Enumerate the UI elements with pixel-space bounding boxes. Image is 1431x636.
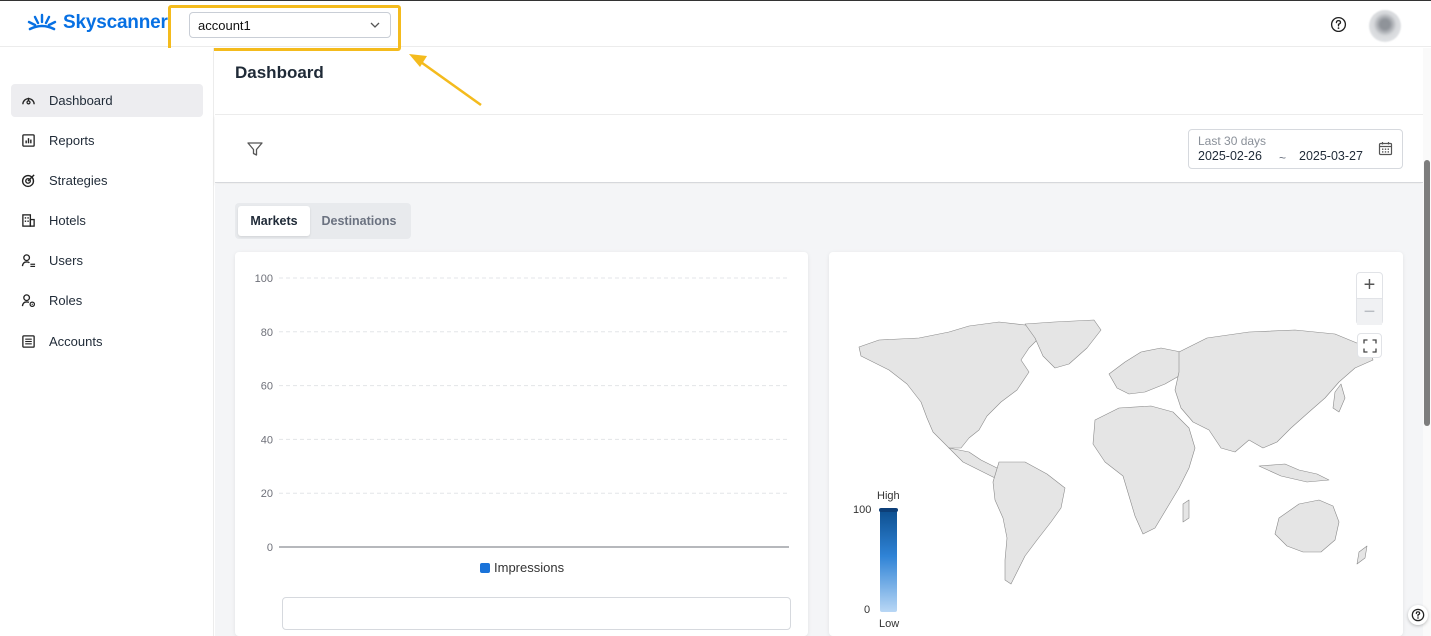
scrollbar-thumb[interactable] (1424, 160, 1430, 426)
sidebar-item-label: Dashboard (49, 93, 113, 108)
floating-help-button[interactable] (1408, 605, 1428, 625)
sidebar-item-label: Users (49, 253, 83, 268)
y-tick-label: 20 (261, 488, 273, 500)
user-list-icon (21, 254, 36, 268)
chart-data-zoom-slider[interactable] (282, 597, 791, 630)
filter-bar: Last 30 days 2025-02-26 ~ 2025-03-27 (215, 115, 1423, 183)
logo-text: Skyscanner (63, 12, 168, 33)
bar-chart-icon (22, 134, 35, 147)
south-america-shape (992, 461, 1066, 585)
date-separator: ~ (1279, 151, 1287, 165)
list-icon (22, 335, 35, 348)
page-title: Dashboard (235, 63, 324, 82)
tab-markets[interactable]: Markets (238, 206, 310, 236)
chevron-down-icon (370, 22, 380, 28)
world-map[interactable] (829, 252, 1403, 636)
impressions-chart-card: 100 80 60 40 20 0 Impressions (235, 252, 808, 636)
world-map-card: + − High 100 0 Low (829, 252, 1403, 636)
building-icon (22, 214, 35, 227)
sidebar-item-users[interactable]: Users (11, 244, 203, 277)
sidebar-item-label: Hotels (49, 213, 86, 228)
sidebar-item-label: Reports (49, 133, 95, 148)
sidebar-item-strategies[interactable]: Strategies (11, 164, 203, 197)
page-header: Dashboard (215, 48, 1423, 115)
sidebar-item-label: Accounts (49, 334, 103, 349)
sidebar-item-dashboard[interactable]: Dashboard (11, 84, 203, 117)
date-end[interactable]: 2025-03-27 (1299, 149, 1363, 163)
legend-label: Impressions (494, 560, 565, 575)
sidebar: Dashboard Reports Strategies Hotels User… (0, 48, 214, 636)
target-icon (21, 174, 35, 188)
user-gear-icon (21, 294, 36, 308)
map-legend-low-label: Low (879, 618, 900, 630)
view-tabs: Markets Destinations (235, 203, 411, 239)
impressions-chart: 100 80 60 40 20 0 (255, 273, 789, 554)
chart-legend[interactable]: Impressions (480, 560, 564, 575)
map-legend-high-label: High (877, 490, 900, 502)
fullscreen-icon (1362, 338, 1377, 353)
central-america-shape (948, 447, 1004, 479)
map-legend-handle[interactable] (879, 508, 898, 512)
japan-shape (1332, 383, 1346, 413)
sidebar-item-label: Roles (49, 293, 83, 308)
sidebar-item-hotels[interactable]: Hotels (11, 204, 203, 237)
indonesia-shape (1258, 463, 1330, 483)
y-tick-label: 60 (261, 381, 273, 393)
calendar-icon (1378, 142, 1393, 156)
sidebar-item-accounts[interactable]: Accounts (11, 325, 203, 358)
legend-swatch (480, 562, 490, 573)
map-zoom-control: + − (1356, 272, 1383, 325)
sunrise-logo-icon (27, 13, 57, 31)
map-legend-max-value: 100 (853, 504, 872, 516)
sidebar-item-reports[interactable]: Reports (11, 124, 203, 157)
zoom-out-button[interactable]: − (1357, 299, 1382, 325)
fullscreen-button[interactable] (1357, 333, 1382, 358)
madagascar-shape (1182, 499, 1190, 523)
help-circle-icon[interactable] (1330, 16, 1347, 33)
map-legend-min-value: 0 (864, 604, 871, 616)
top-header: Skyscanner account1 (0, 0, 1431, 51)
y-tick-label: 100 (255, 273, 273, 285)
page-scrollbar[interactable] (1423, 48, 1431, 636)
filter-icon[interactable] (246, 140, 264, 158)
greenland-shape (1024, 319, 1102, 369)
dashboard-icon (22, 97, 35, 105)
account-selector-value: account1 (198, 17, 251, 33)
new-zealand-shape (1356, 545, 1368, 565)
date-start[interactable]: 2025-02-26 (1198, 149, 1262, 163)
account-selector[interactable]: account1 (189, 12, 391, 38)
user-avatar[interactable] (1369, 10, 1401, 42)
date-range-picker[interactable]: Last 30 days 2025-02-26 ~ 2025-03-27 (1188, 129, 1403, 169)
help-icon (1411, 608, 1425, 622)
y-tick-label: 80 (261, 327, 273, 339)
north-america-shape (858, 321, 1042, 449)
tab-destinations[interactable]: Destinations (313, 206, 405, 236)
y-tick-label: 40 (261, 434, 273, 446)
y-tick-label: 0 (267, 542, 273, 554)
australia-shape (1274, 499, 1340, 553)
skyscanner-logo[interactable]: Skyscanner (27, 12, 168, 34)
sidebar-item-roles[interactable]: Roles (11, 284, 203, 317)
zoom-in-button[interactable]: + (1357, 273, 1382, 299)
date-range-label: Last 30 days (1198, 134, 1267, 148)
africa-shape (1092, 405, 1196, 535)
map-legend-gradient (880, 510, 897, 612)
sidebar-item-label: Strategies (49, 173, 108, 188)
